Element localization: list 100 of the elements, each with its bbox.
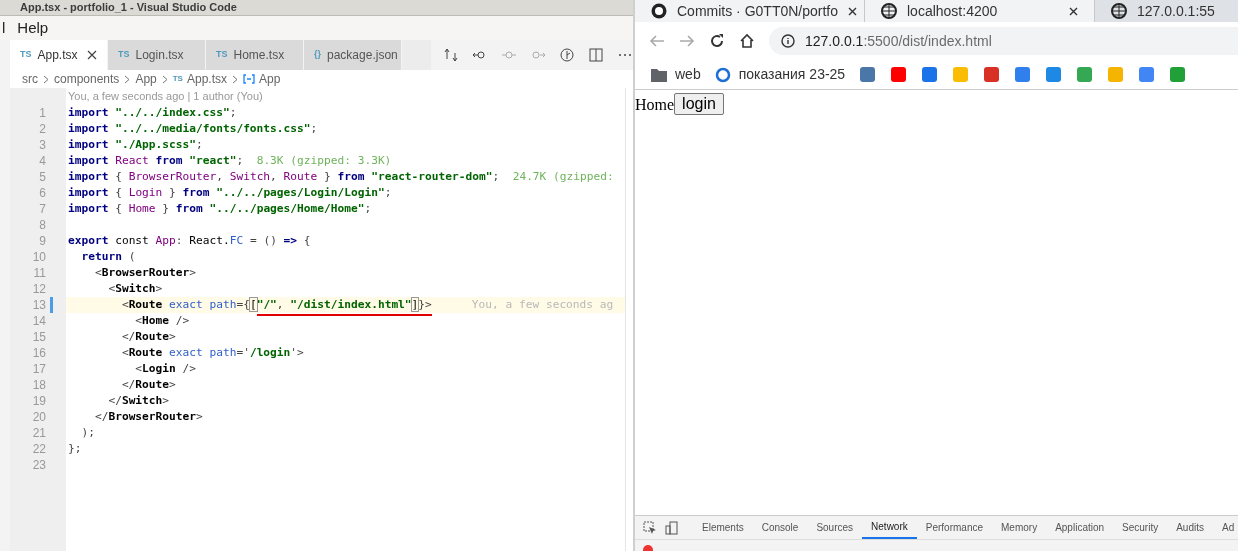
editor-tab[interactable]: TS App.tsx [10, 40, 108, 70]
code-line: <Login /> [134, 361, 196, 377]
code-line: import "../../index.css"; [68, 105, 237, 121]
split-editor-icon[interactable] [588, 47, 604, 63]
line-number: 22 [32, 441, 47, 457]
editor-tab[interactable]: {} package.json [304, 40, 402, 70]
devtools-tab[interactable]: Ad [1213, 516, 1238, 539]
line-number: 4 [39, 153, 47, 169]
code-line: </BrowserRouter> [93, 409, 203, 425]
page-text: Home [635, 95, 675, 115]
breadcrumb-item[interactable]: App [243, 70, 281, 88]
line-number: 13 [32, 297, 47, 313]
browser-tab[interactable]: Commits · G0TT0N/portfo [635, 0, 865, 22]
bookmark-icon[interactable] [921, 66, 939, 83]
chevron-right-icon [43, 74, 49, 84]
line-number: 3 [39, 137, 47, 153]
bookmark-icon[interactable] [890, 66, 908, 83]
chevron-right-icon [124, 74, 131, 84]
bookmark-icon[interactable] [1045, 66, 1063, 83]
breadcrumb-item[interactable]: components [54, 70, 120, 88]
line-number: 23 [32, 457, 47, 473]
line-number: 5 [39, 169, 47, 185]
devtools-tab[interactable]: Console [752, 516, 808, 539]
login-button[interactable]: login [674, 93, 724, 115]
code-line: <Route exact path={["/", "/dist/index.html"]}> You, a few seconds ag [120, 297, 614, 313]
code-line: import React from "react"; 8.3K (gzipped: 3.3K) [68, 153, 392, 169]
back-icon[interactable] [649, 33, 665, 49]
close-icon[interactable] [1069, 6, 1078, 16]
line-number: 6 [39, 185, 47, 201]
line-number: 14 [32, 313, 47, 329]
line-number: 21 [32, 425, 47, 441]
code-line: </Route> [120, 329, 176, 345]
globe-icon [881, 3, 897, 19]
devtools-tab[interactable]: Application [1046, 516, 1114, 539]
reload-icon[interactable] [709, 33, 725, 49]
bookmark-icon[interactable] [1138, 66, 1156, 83]
info-icon[interactable] [781, 34, 795, 48]
code-line: }; [68, 441, 82, 457]
address-bar[interactable]: 127.0.0.1:5500/dist/index.html [769, 27, 1238, 55]
globe-icon [1111, 3, 1127, 19]
code-line: <Home /> [134, 313, 190, 329]
devtools-tab[interactable]: Memory [992, 516, 1047, 539]
line-number: 2 [39, 121, 47, 137]
forward-icon[interactable] [679, 33, 695, 49]
code-line: import { Login } from "../../pages/Login/Login"; [68, 185, 392, 201]
bookmark-icon[interactable] [983, 66, 1001, 83]
bookmark[interactable]: web [651, 64, 701, 85]
code-line: import { BrowserRouter, Switch, Route } from "react-router-dom"; 24.7K (gzipped: [68, 169, 614, 185]
chevron-right-icon [232, 74, 238, 84]
bookmark-icon[interactable] [859, 66, 877, 83]
devtools-tab[interactable]: Audits [1167, 516, 1213, 539]
line-number: 16 [32, 345, 47, 361]
line-number: 18 [32, 377, 47, 393]
symbol-icon [243, 74, 255, 84]
compare-icon[interactable] [443, 47, 459, 63]
home-icon[interactable] [739, 33, 755, 49]
bookmark-icon[interactable] [1014, 66, 1032, 83]
line-number: 8 [39, 217, 47, 233]
code-line: </Switch> [107, 393, 170, 409]
breadcrumb-item[interactable]: TS App.tsx [172, 70, 227, 88]
code-line: import { Home } from "../../pages/Home/Home"; [68, 201, 372, 217]
inspect-icon[interactable] [643, 520, 657, 535]
code-line: </Route> [120, 377, 176, 393]
editor-tab[interactable]: TS Login.tsx [108, 40, 206, 70]
close-icon[interactable] [848, 6, 858, 16]
code-line: import "../../media/fonts/fonts.css"; [68, 121, 318, 137]
bookmark-icon[interactable] [1076, 66, 1094, 83]
chevron-right-icon [161, 74, 168, 84]
code-line: import "./App.scss"; [68, 137, 203, 153]
close-icon[interactable] [87, 50, 97, 60]
line-number: 19 [32, 393, 47, 409]
line-number: 7 [39, 201, 47, 217]
devtools-tab[interactable]: Security [1113, 516, 1168, 539]
folder-icon [651, 67, 667, 82]
breadcrumb-item[interactable]: src [22, 70, 38, 88]
code-line: export const App: React.FC = () => { [68, 233, 311, 249]
line-number: 11 [33, 265, 47, 281]
bookmark-icon[interactable] [1169, 66, 1187, 83]
devtools-tab[interactable]: Sources [807, 516, 863, 539]
menu-item[interactable]: l [0, 16, 6, 40]
menu-item[interactable]: Help [15, 16, 49, 40]
devtools-tab[interactable]: Elements [693, 516, 753, 539]
globe-icon [714, 66, 731, 83]
url-text: 127.0.0.1:5500/dist/index.html [805, 31, 992, 51]
browser-tab[interactable]: localhost:4200 [865, 0, 1095, 22]
code-line: return ( [80, 249, 136, 265]
devtools-tab[interactable]: Performance [916, 516, 992, 539]
device-toolbar-icon[interactable] [665, 520, 679, 535]
line-number: 20 [32, 409, 47, 425]
code-line: <BrowserRouter> [93, 265, 196, 281]
bookmark[interactable]: показания 23-25 [714, 64, 846, 85]
editor-tab[interactable]: TS Home.tsx [206, 40, 304, 70]
code-line: <Switch> [107, 281, 163, 297]
code-line: <Route exact path='/login'> [120, 345, 304, 361]
line-number: 1 [39, 105, 47, 121]
line-number: 10 [32, 249, 47, 265]
line-number: 12 [32, 281, 47, 297]
line-number: 9 [39, 233, 47, 249]
breadcrumb-item[interactable]: App [135, 70, 157, 88]
git-history-icon[interactable] [559, 47, 575, 63]
